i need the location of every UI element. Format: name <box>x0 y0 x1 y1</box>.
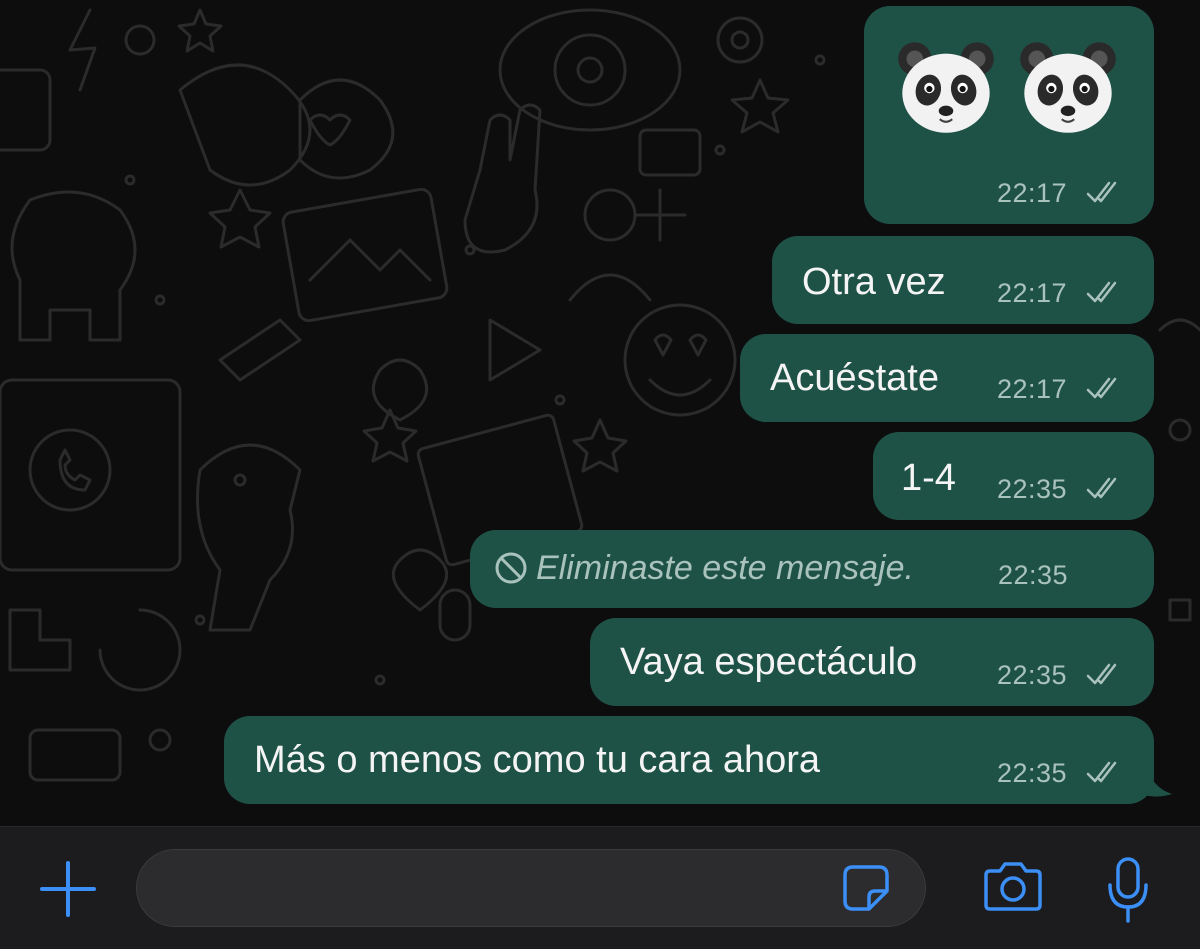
camera-icon[interactable] <box>980 859 1046 915</box>
message-text: Otra vez <box>802 261 946 303</box>
message-time: 22:17 <box>997 178 1068 208</box>
message-bubble[interactable]: Acuéstate 22:17 <box>740 334 1154 422</box>
read-double-check-icon <box>1086 377 1117 399</box>
read-double-check-icon <box>1086 181 1117 203</box>
message-input[interactable] <box>136 849 926 927</box>
message-bubble[interactable]: Vaya espectáculo 22:35 <box>590 618 1154 706</box>
message-text: Acuéstate <box>770 357 939 399</box>
bubble-tail <box>1134 762 1172 797</box>
plus-icon[interactable] <box>38 859 98 919</box>
message-text: 1-4 <box>901 457 956 499</box>
sticker-icon[interactable] <box>839 861 893 915</box>
panda-emoji-icon <box>1020 42 1116 133</box>
message-time: 22:35 <box>997 660 1068 690</box>
read-double-check-icon <box>1086 477 1117 499</box>
message-bubble[interactable]: Otra vez 22:17 <box>772 236 1154 324</box>
message-bubble-emoji[interactable]: 22:17 <box>864 6 1154 224</box>
message-input-bar <box>0 826 1200 949</box>
message-text: Más o menos como tu cara ahora <box>254 739 821 781</box>
deleted-message-bubble[interactable]: Eliminaste este mensaje. 22:35 <box>470 530 1154 608</box>
message-text: Vaya espectáculo <box>620 641 918 683</box>
message-time: 22:35 <box>997 474 1068 504</box>
emoji-content <box>894 36 1120 140</box>
blocked-icon <box>495 552 527 584</box>
read-double-check-icon <box>1086 281 1117 303</box>
panda-emoji-icon <box>898 42 994 133</box>
message-time: 22:17 <box>997 278 1068 308</box>
read-double-check-icon <box>1086 761 1117 783</box>
chat-area[interactable]: 22:17 Otra vez 22:17 Acuéstate 22:17 1-4… <box>0 0 1200 826</box>
message-time: 22:35 <box>998 560 1069 590</box>
message-bubble[interactable]: Más o menos como tu cara ahora 22:35 <box>224 716 1154 804</box>
microphone-icon[interactable] <box>1106 855 1150 925</box>
read-double-check-icon <box>1086 663 1117 685</box>
message-time: 22:35 <box>997 758 1068 788</box>
message-bubble[interactable]: 1-4 22:35 <box>873 432 1154 520</box>
message-time: 22:17 <box>997 374 1068 404</box>
deleted-message-text: Eliminaste este mensaje. <box>536 549 914 587</box>
